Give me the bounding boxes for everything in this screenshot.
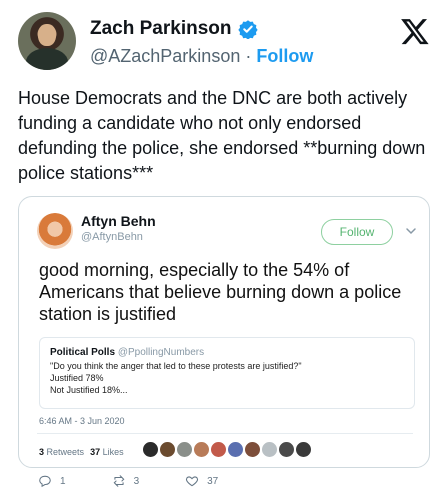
poll-source-name: Political Polls (50, 347, 116, 358)
follow-button[interactable]: Follow (256, 46, 313, 66)
quoted-tweet[interactable]: Aftyn Behn @AftynBehn Follow good mornin… (18, 196, 430, 468)
retweet-count: 3 (133, 475, 140, 487)
like-stat-label: Likes (102, 447, 124, 457)
poll-source-handle: @PpollingNumbers (117, 347, 205, 358)
x-logo-icon[interactable] (400, 16, 430, 46)
tweet-header: Zach Parkinson @AZachParkinson · Follow (18, 12, 430, 74)
divider (37, 433, 413, 434)
retweet-icon (113, 475, 124, 487)
quoted-timestamp: 6:46 AM - 3 Jun 2020 (39, 416, 125, 426)
embedded-poll-card[interactable]: Political Polls @PpollingNumbers "Do you… (39, 337, 415, 409)
retweet-stat[interactable]: 3 Retweets (39, 447, 84, 457)
engagement-stats: 3 Retweets 37 Likes (39, 447, 124, 457)
liker-avatar[interactable] (211, 442, 226, 457)
poll-option-justified: Justified 78% (50, 373, 104, 383)
author-avatar[interactable] (18, 12, 76, 70)
liker-avatar[interactable] (194, 442, 209, 457)
avatar-face (38, 24, 56, 46)
chevron-down-icon[interactable] (405, 225, 417, 237)
poll-question: "Do you think the anger that led to thes… (50, 361, 302, 371)
quoted-follow-button[interactable]: Follow (321, 219, 393, 245)
liker-avatar[interactable] (279, 442, 294, 457)
reply-icon (39, 475, 51, 488)
liker-avatar[interactable] (160, 442, 175, 457)
retweet-action[interactable]: 3 (112, 474, 140, 488)
quoted-author-avatar[interactable] (37, 213, 73, 249)
liker-avatar[interactable] (245, 442, 260, 457)
liker-avatar[interactable] (228, 442, 243, 457)
reply-action[interactable]: 1 (38, 474, 66, 488)
poll-option-not-justified: Not Justified 18%... (50, 385, 128, 395)
avatar-shirt (26, 48, 68, 70)
poll-source-row: Political Polls @PpollingNumbers (50, 346, 404, 360)
quoted-tweet-text: good morning, especially to the 54% of A… (39, 260, 402, 324)
heart-icon (186, 476, 199, 487)
like-count: 37 (207, 475, 219, 487)
quoted-author-handle[interactable]: @AftynBehn (81, 231, 143, 243)
reply-count: 1 (60, 475, 66, 487)
like-stat[interactable]: 37 Likes (90, 447, 124, 457)
quoted-author-name[interactable]: Aftyn Behn (81, 213, 156, 229)
retweet-stat-label: Retweets (46, 447, 85, 457)
tweet-action-bar: 1 3 37 (38, 474, 264, 488)
author-handle-row: @AZachParkinson · Follow (90, 46, 313, 67)
retweet-stat-count: 3 (39, 447, 45, 457)
liker-avatar[interactable] (262, 442, 277, 457)
liker-avatar[interactable] (296, 442, 311, 457)
verified-badge-icon (237, 20, 258, 39)
liker-avatars (143, 442, 311, 457)
tweet-text: House Democrats and the DNC are both act… (18, 88, 426, 183)
liker-avatar[interactable] (177, 442, 192, 457)
like-action[interactable]: 37 (185, 474, 218, 488)
like-stat-count: 37 (90, 447, 101, 457)
handle-separator: · (240, 46, 257, 66)
author-display-name[interactable]: Zach Parkinson (90, 18, 232, 40)
liker-avatar[interactable] (143, 442, 158, 457)
author-name-row: Zach Parkinson (90, 18, 258, 40)
author-handle[interactable]: @AZachParkinson (90, 46, 240, 66)
